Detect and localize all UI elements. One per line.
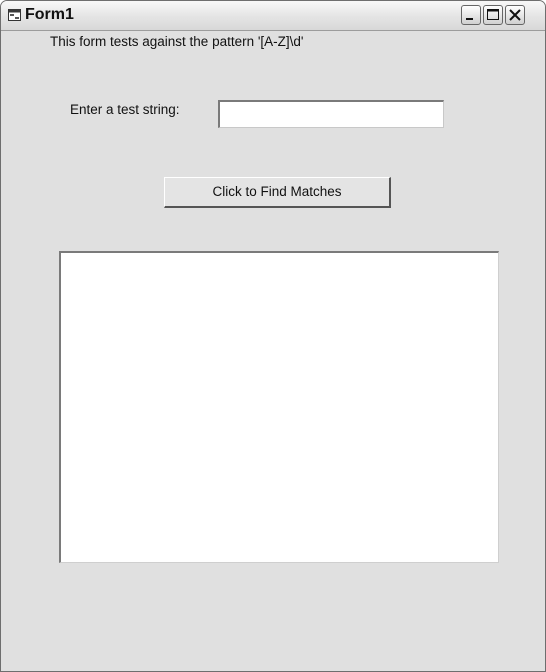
test-string-input[interactable] [218, 100, 444, 128]
minimize-button[interactable] [461, 5, 481, 25]
matches-list[interactable] [59, 251, 499, 563]
form1-window: Form1 This form tests against the patter… [0, 0, 546, 672]
find-matches-button[interactable]: Click to Find Matches [164, 177, 391, 208]
window-title: Form1 [25, 6, 74, 23]
minimize-icon [466, 18, 473, 20]
maximize-icon [487, 9, 499, 20]
maximize-button[interactable] [483, 5, 503, 25]
form-window-icon [8, 9, 21, 21]
test-string-label: Enter a test string: [70, 102, 180, 117]
title-bar[interactable]: Form1 [1, 1, 545, 31]
close-button[interactable] [505, 5, 525, 25]
close-icon [509, 9, 521, 21]
pattern-description: This form tests against the pattern '[A-… [50, 34, 304, 49]
